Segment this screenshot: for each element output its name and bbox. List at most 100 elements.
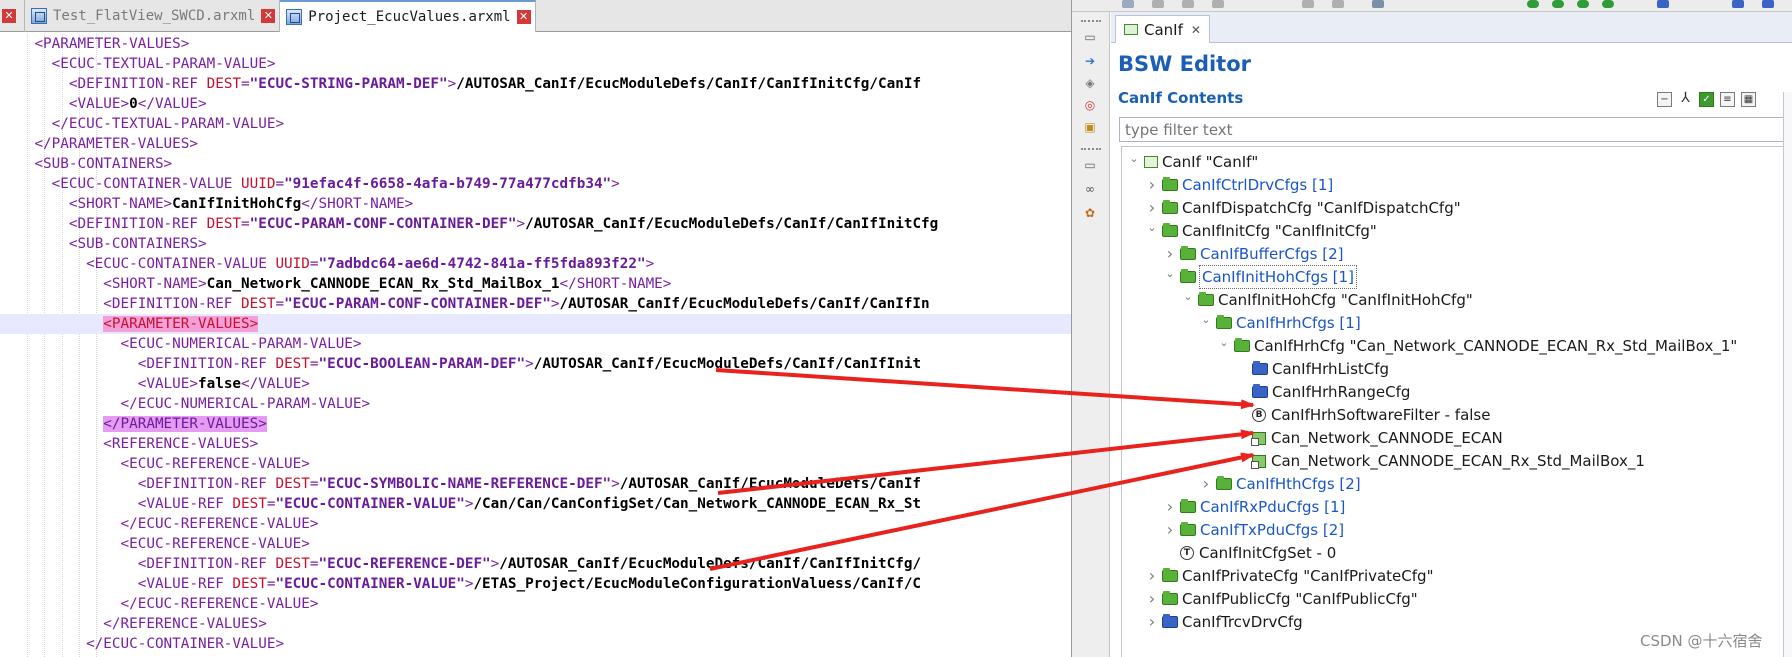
table-icon[interactable]: ▦ <box>1741 92 1756 107</box>
tree-node[interactable]: CanIfHrhListCfg <box>1234 358 1389 380</box>
tree-node-label: CanIfHrhSoftwareFilter - false <box>1271 406 1491 424</box>
tree-node[interactable]: CanIfHrhRangeCfg <box>1234 381 1410 403</box>
document-icon[interactable]: ≡ <box>1720 92 1735 107</box>
code-token: /AUTOSAR_CanIf/EcucModuleDefs/CanIf <box>619 476 922 492</box>
tree-node[interactable]: › CanIfPrivateCfg "CanIfPrivateCfg" <box>1144 565 1434 587</box>
tab-test-flatview[interactable]: Test_FlatView_SWCD.arxml ✕ <box>25 0 281 32</box>
toolbar-icon[interactable] <box>1657 0 1669 8</box>
tree-node[interactable]: ⌄ CanIfHrhCfgs [1] <box>1198 309 1360 334</box>
chevron-right-icon[interactable]: › <box>1144 197 1160 219</box>
tab-canif[interactable]: CanIf ✕ <box>1115 15 1210 43</box>
tree-node[interactable]: ⌄ CanIfInitCfg "CanIfInitCfg" <box>1144 217 1376 242</box>
tree-node[interactable]: Can_Network_CANNODE_ECAN <box>1234 427 1503 449</box>
layers-icon[interactable]: ◈ <box>1083 76 1097 90</box>
stub-tab[interactable]: ✕ <box>0 0 25 32</box>
run-icon[interactable] <box>1602 0 1614 8</box>
code-line: <VALUE>0</VALUE> <box>0 94 1071 114</box>
hierarchy-icon[interactable]: ⅄ <box>1678 91 1693 107</box>
tree-node[interactable]: › CanIfTxPduCfgs [2] <box>1162 519 1344 541</box>
collapse-all-icon[interactable]: − <box>1657 92 1672 107</box>
navigate-icon[interactable]: ➔ <box>1083 54 1097 68</box>
chevron-right-icon[interactable]: › <box>1198 473 1214 495</box>
tree-node[interactable]: › CanIfPublicCfg "CanIfPublicCfg" <box>1144 588 1418 610</box>
chevron-right-icon[interactable]: › <box>1162 496 1178 518</box>
tab-project-ecucvalues[interactable]: Project_EcucValues.arxml ✕ <box>280 0 536 32</box>
code-line: <SUB-CONTAINERS> <box>0 154 1071 174</box>
tree-node[interactable]: › CanIfTrcvDrvCfg <box>1144 611 1303 633</box>
tree-node-label: Can_Network_CANNODE_ECAN <box>1271 429 1503 447</box>
binoculars-icon[interactable]: ∞ <box>1083 182 1097 196</box>
chevron-down-icon[interactable]: ⌄ <box>1216 332 1232 354</box>
restore-icon[interactable]: ▭ <box>1083 158 1097 172</box>
chevron-right-icon[interactable]: › <box>1144 611 1160 633</box>
chevron-down-icon[interactable]: ⌄ <box>1144 217 1160 239</box>
code-line: <SHORT-NAME>CanIfInitHohCfg</SHORT-NAME> <box>0 194 1071 214</box>
toolbar-icon[interactable] <box>1762 0 1774 8</box>
settings-icon[interactable]: ✿ <box>1083 206 1097 220</box>
chevron-down-icon[interactable]: ⌄ <box>1162 263 1178 285</box>
close-icon[interactable]: ✕ <box>1191 23 1201 37</box>
tree-node-label: CanIfInitHohCfgs [1] <box>1199 265 1357 289</box>
toolbar-icon[interactable] <box>1152 0 1164 8</box>
tree-node[interactable]: ⌄ CanIf "CanIf" <box>1126 151 1258 173</box>
code-token: DEST <box>206 216 242 232</box>
chevron-right-icon[interactable]: › <box>1162 243 1178 265</box>
run-icon[interactable] <box>1552 0 1564 8</box>
toolbar-icon[interactable] <box>1182 0 1194 8</box>
chevron-down-icon[interactable]: ⌄ <box>1198 309 1214 331</box>
chevron-down-icon[interactable]: ⌄ <box>1126 148 1142 170</box>
chevron-right-icon[interactable]: › <box>1162 519 1178 541</box>
validate-icon[interactable]: ✓ <box>1699 92 1714 107</box>
code-token: </SHORT-NAME> <box>301 196 414 212</box>
definition-folder-icon <box>1162 614 1178 628</box>
run-icon[interactable] <box>1577 0 1589 8</box>
toolbar-icon[interactable] <box>1332 0 1344 8</box>
toolbar-icon[interactable] <box>1732 0 1744 8</box>
code-token: </ECUC-CONTAINER-VALUE> <box>86 636 285 652</box>
stop-icon[interactable]: ◎ <box>1083 98 1097 112</box>
close-icon[interactable]: ✕ <box>261 9 276 23</box>
tree-node[interactable]: ⌄ CanIfInitHohCfg "CanIfInitHohCfg" <box>1180 286 1472 311</box>
drag-handle[interactable] <box>1081 148 1101 152</box>
drag-handle[interactable] <box>1081 20 1101 24</box>
tree-node[interactable]: ⌄ CanIfInitHohCfgs [1] <box>1162 263 1357 289</box>
code-token: </PARAMETER-VALUES> <box>34 136 198 152</box>
tree-node[interactable]: › CanIfRxPduCfgs [1] <box>1162 496 1346 518</box>
toolbar-icon[interactable] <box>1372 0 1384 8</box>
package-icon[interactable]: ▣ <box>1083 120 1097 134</box>
xml-code-area[interactable]: <PARAMETER-VALUES> <ECUC-TEXTUAL-PARAM-V… <box>0 34 1071 657</box>
chevron-right-icon[interactable]: › <box>1144 588 1160 610</box>
tree-node[interactable]: › CanIfDispatchCfg "CanIfDispatchCfg" <box>1144 197 1461 219</box>
toolbar-icon[interactable] <box>1122 0 1134 8</box>
filter-input[interactable] <box>1119 117 1792 142</box>
tree-node[interactable]: › CanIfBufferCfgs [2] <box>1162 243 1344 265</box>
close-icon[interactable]: ✕ <box>516 10 531 24</box>
code-token: <ECUC-CONTAINER-VALUE <box>86 256 276 272</box>
container-folder-icon <box>1234 338 1250 352</box>
toolbar-icon[interactable] <box>1212 0 1224 8</box>
toolbar-icon[interactable] <box>1302 0 1314 8</box>
chevron-right-icon[interactable]: › <box>1144 565 1160 587</box>
code-line: <DEFINITION-REF DEST="ECUC-REFERENCE-DEF… <box>0 554 1071 574</box>
tree-node[interactable]: B CanIfHrhSoftwareFilter - false <box>1234 404 1490 426</box>
tree-node[interactable]: › CanIfHthCfgs [2] <box>1198 473 1361 495</box>
code-line: <DEFINITION-REF DEST="ECUC-SYMBOLIC-NAME… <box>0 474 1071 494</box>
chevron-right-icon[interactable]: › <box>1144 174 1160 196</box>
chevron-down-icon[interactable]: ⌄ <box>1180 286 1196 308</box>
tree-node[interactable]: Can_Network_CANNODE_ECAN_Rx_Std_MailBox_… <box>1234 450 1645 472</box>
tree-node[interactable]: ⌄ CanIfHrhCfg "Can_Network_CANNODE_ECAN_R… <box>1216 335 1737 357</box>
code-token: DEST <box>275 556 310 572</box>
code-token: <SHORT-NAME> <box>103 276 207 292</box>
code-token: false <box>198 376 242 392</box>
reference-icon <box>1251 431 1266 446</box>
restore-icon[interactable]: ▭ <box>1083 30 1097 44</box>
close-icon[interactable]: ✕ <box>2 9 16 23</box>
tree-node[interactable]: T CanIfInitCfgSet - 0 <box>1162 542 1336 564</box>
tree-node[interactable]: › CanIfCtrlDrvCfgs [1] <box>1144 174 1333 196</box>
run-icon[interactable] <box>1527 0 1539 8</box>
